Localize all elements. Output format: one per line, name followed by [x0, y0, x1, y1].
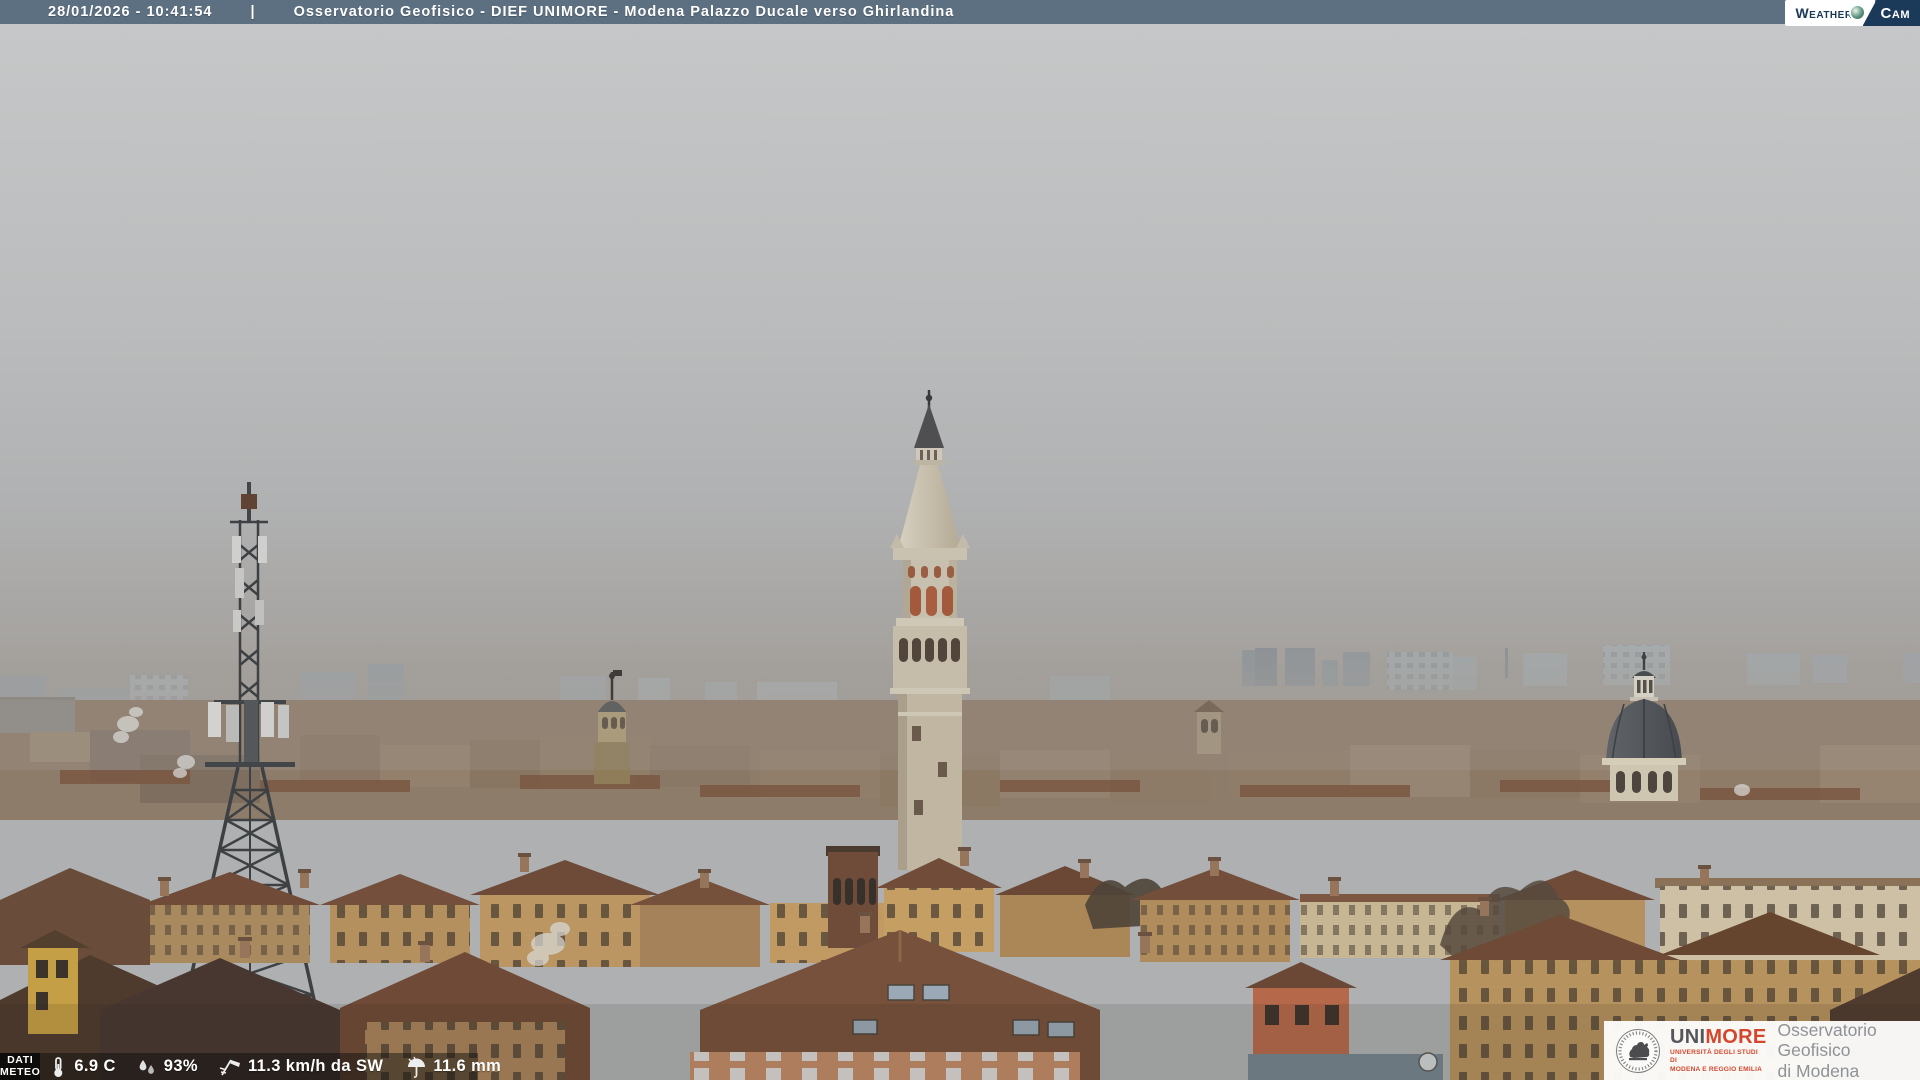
- rain-reading: 11.6 mm: [405, 1056, 501, 1078]
- unimore-logo-panel[interactable]: UNIMORE UNIVERSITÀ DEGLI STUDI DI MODENA…: [1604, 1019, 1920, 1080]
- unimore-subtitle-line2: MODENA E REGGIO EMILIA: [1670, 1065, 1763, 1073]
- unimore-uni: UNI: [1670, 1026, 1706, 1049]
- humidity-reading: 93%: [136, 1056, 198, 1078]
- page-title: Osservatorio Geofisico - DIEF UNIMORE - …: [293, 4, 955, 20]
- weathercam-logo[interactable]: Weather Cam: [1785, 0, 1920, 26]
- observatory-name: Osservatorio Geofisico di Modena: [1777, 1019, 1877, 1080]
- humidity-drops-icon: [139, 1059, 154, 1074]
- temperature-reading: 6.9 C: [48, 1056, 115, 1078]
- wind-reading: 11.3 km/h da SW: [218, 1056, 383, 1078]
- header-bar: 28/01/2026 - 10:41:54 | Osservatorio Geo…: [0, 0, 1920, 24]
- weather-data-bar: DATI METEO 6.9 C 93% 11.3 km/h da SW 11.…: [0, 1053, 501, 1080]
- thermometer-icon: [54, 1056, 63, 1077]
- rooftop-loggia: [826, 846, 880, 948]
- windsock-icon: [219, 1059, 241, 1075]
- unimore-subtitle-line1: UNIVERSITÀ DEGLI STUDI DI: [1670, 1049, 1758, 1065]
- webcam-page: 28/01/2026 - 10:41:54 | Osservatorio Geo…: [0, 0, 1920, 1080]
- datetime-label: 28/01/2026 - 10:41:54: [48, 4, 213, 20]
- sky: [0, 0, 1920, 700]
- unimore-more: MORE: [1705, 1026, 1767, 1049]
- header-separator: |: [250, 4, 256, 20]
- dati-meteo-label: DATI METEO: [0, 1053, 41, 1080]
- unimore-wordmark: UNIMORE UNIVERSITÀ DEGLI STUDI DI MODENA…: [1670, 1027, 1767, 1074]
- webcam-photo: [0, 0, 1920, 1080]
- unimore-seal-icon: [1616, 1028, 1660, 1073]
- rain-umbrella-icon: [408, 1056, 426, 1078]
